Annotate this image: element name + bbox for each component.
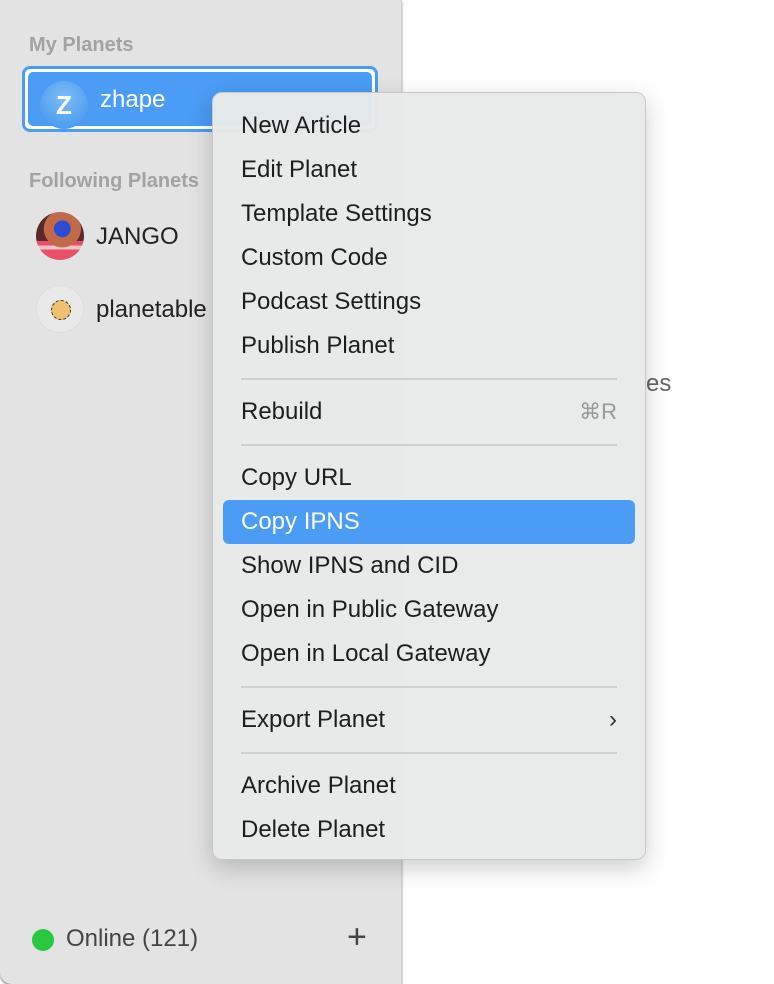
keyboard-shortcut: ⌘R (579, 399, 617, 424)
sidebar-footer: Online (121) + (0, 910, 401, 970)
background-text: es (646, 370, 672, 397)
menu-item-show-ipns-cid[interactable]: Show IPNS and CID (223, 544, 635, 588)
following-planets-header: Following Planets (29, 170, 200, 192)
plus-icon[interactable]: + (347, 918, 367, 957)
online-status-icon (32, 929, 54, 951)
chevron-right-icon: › (609, 706, 617, 733)
my-planets-header: My Planets (29, 34, 134, 56)
planet-name: JANGO (96, 223, 179, 250)
menu-item-label: Export Planet (241, 706, 386, 733)
menu-item-publish-planet[interactable]: Publish Planet (223, 324, 635, 368)
menu-separator (241, 444, 617, 446)
menu-item-open-public-gateway[interactable]: Open in Public Gateway (223, 588, 635, 632)
menu-item-delete-planet[interactable]: Delete Planet (223, 808, 635, 852)
menu-item-copy-url[interactable]: Copy URL (223, 456, 635, 500)
menu-item-label: Rebuild (241, 398, 323, 425)
planet-name: zhape (100, 86, 166, 113)
menu-item-new-article[interactable]: New Article (223, 104, 635, 148)
menu-item-podcast-settings[interactable]: Podcast Settings (223, 280, 635, 324)
avatar (36, 285, 84, 333)
avatar: Z (40, 81, 88, 129)
menu-separator (241, 378, 617, 380)
menu-item-export-planet[interactable]: Export Planet › (223, 698, 635, 742)
menu-separator (241, 686, 617, 688)
context-menu: New Article Edit Planet Template Setting… (212, 92, 646, 860)
planet-name: planetable (96, 296, 207, 323)
menu-item-rebuild[interactable]: Rebuild ⌘R (223, 390, 635, 434)
avatar (36, 212, 84, 260)
menu-item-open-local-gateway[interactable]: Open in Local Gateway (223, 632, 635, 676)
online-status[interactable]: Online (121) (66, 925, 198, 953)
menu-item-copy-ipns[interactable]: Copy IPNS (223, 500, 635, 544)
menu-item-custom-code[interactable]: Custom Code (223, 236, 635, 280)
menu-item-edit-planet[interactable]: Edit Planet (223, 148, 635, 192)
menu-item-template-settings[interactable]: Template Settings (223, 192, 635, 236)
menu-item-archive-planet[interactable]: Archive Planet (223, 764, 635, 808)
menu-separator (241, 752, 617, 754)
